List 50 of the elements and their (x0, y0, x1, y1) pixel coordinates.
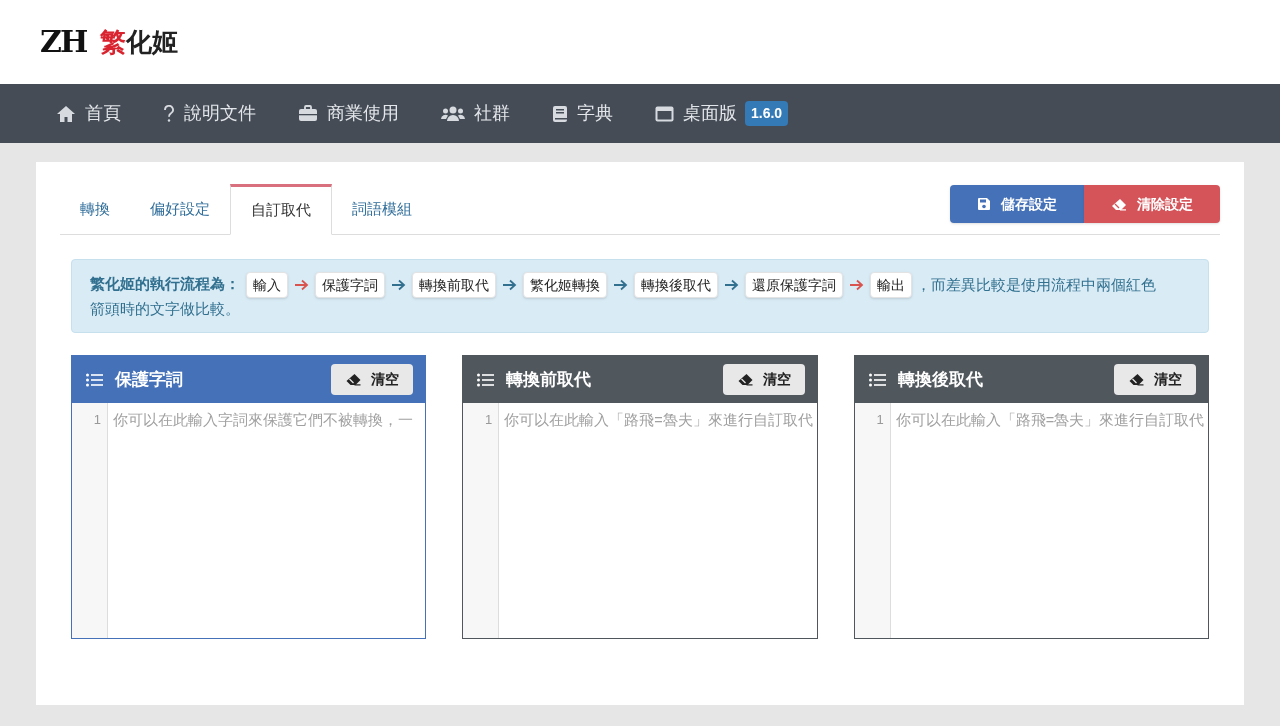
nav-link[interactable]: 社群 (441, 100, 510, 127)
logo-name: 繁化姬 (100, 29, 179, 55)
nav-link[interactable]: 說明文件 (163, 100, 256, 127)
clear-settings-button[interactable]: 清除設定 (1084, 185, 1220, 223)
step-label: 還原保護字詞 (745, 272, 843, 298)
eraser-icon (345, 373, 363, 386)
step-label: 轉換前取代 (412, 272, 496, 298)
step-label: 保護字詞 (315, 272, 385, 298)
panel-title: 轉換前取代 (506, 368, 592, 391)
list-icon (477, 372, 495, 387)
briefcase-icon (298, 105, 318, 122)
placeholder-text: 你可以在此輸入「路飛=魯夫」來進行自訂取代 (504, 411, 813, 430)
question-mark-icon (163, 104, 175, 123)
eraser-icon (736, 373, 754, 386)
tab[interactable]: 詞語模組 (332, 184, 432, 234)
eraser-icon (1111, 197, 1127, 211)
window-icon (655, 105, 674, 122)
users-icon (441, 105, 465, 122)
home-icon (56, 104, 76, 123)
clear-button[interactable]: 清空 (331, 364, 414, 395)
panel-title: 保護字詞 (115, 368, 183, 391)
step-label: 輸出 (870, 272, 912, 298)
tab[interactable]: 偏好設定 (130, 184, 230, 234)
book-icon (552, 104, 568, 123)
version-badge: 1.6.0 (745, 101, 789, 126)
step-label: 轉換後取代 (634, 272, 718, 298)
line-number: 1 (485, 411, 493, 429)
clear-button[interactable]: 清空 (1114, 364, 1196, 395)
nav-link[interactable]: 桌面版 (655, 100, 737, 127)
tab[interactable]: 轉換 (60, 184, 130, 234)
line-number: 1 (876, 411, 884, 429)
line-number: 1 (93, 411, 101, 429)
panel-title: 轉換後取代 (897, 368, 983, 391)
clear-button[interactable]: 清空 (722, 364, 805, 395)
list-icon (86, 372, 103, 387)
flow-note: 箭頭時的文字做比較。 (90, 299, 240, 319)
step-label: 輸入 (246, 272, 288, 298)
placeholder-text: 你可以在此輸入字詞來保護它們不被轉換，一 (113, 411, 413, 430)
list-icon (868, 372, 886, 387)
flow-intro: 繁化姬的執行流程為： (90, 274, 240, 292)
save-button[interactable]: 儲存設定 (950, 185, 1084, 223)
flow-note: ，而差異比較是使用流程中兩個紅色 (916, 276, 1156, 293)
placeholder-text: 你可以在此輸入「路飛=魯夫」來進行自訂取代 (895, 411, 1205, 430)
nav-link[interactable]: 首頁 (56, 100, 121, 127)
eraser-icon (1128, 373, 1145, 386)
tab[interactable]: 自訂取代 (230, 184, 332, 235)
nav-link[interactable]: 商業使用 (298, 100, 399, 127)
logo-mark: ZH (40, 27, 87, 57)
nav-link[interactable]: 字典 (552, 100, 613, 127)
step-label: 繁化姬轉換 (523, 272, 607, 298)
